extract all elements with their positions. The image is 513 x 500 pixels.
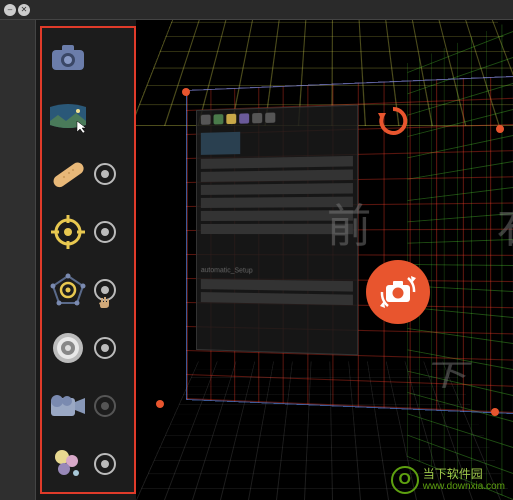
watermark: O 当下软件园 www.downxia.com [391, 466, 505, 494]
visibility-toggle-icon[interactable] [94, 221, 116, 243]
cursor-icon [76, 120, 90, 134]
capture-rotate-button[interactable] [366, 260, 430, 324]
title-bar: – ✕ [0, 0, 513, 20]
scene-camera-tool[interactable] [48, 386, 128, 426]
atmosphere-icon [48, 444, 88, 484]
visibility-toggle-icon[interactable] [94, 453, 116, 475]
visibility-toggle-icon[interactable] [94, 337, 116, 359]
collapse-icon[interactable]: – [4, 4, 16, 16]
rotate-arrow-icon[interactable] [376, 105, 410, 144]
camera-icon [48, 38, 88, 78]
3d-viewport[interactable]: automatic_Setup 前 右 下 O 当下软件园 www.downxi [136, 20, 513, 500]
camera-tool[interactable] [48, 38, 128, 78]
speaker-lens-icon [48, 328, 88, 368]
gizmo-handle[interactable] [496, 125, 504, 133]
face-label-right: 右 [497, 190, 513, 256]
panorama-tool[interactable] [48, 96, 128, 136]
face-label-front: 前 [327, 190, 372, 256]
atmosphere-tool[interactable] [48, 444, 128, 484]
watermark-name: 当下软件园 [423, 468, 505, 481]
watermark-url: www.downxia.com [423, 481, 505, 492]
close-icon[interactable]: ✕ [18, 4, 30, 16]
camera-rotate-icon [378, 272, 418, 312]
target-tool[interactable] [48, 212, 128, 252]
visibility-toggle-icon[interactable] [94, 163, 116, 185]
lens-tool[interactable] [48, 328, 128, 368]
crosshair-icon [48, 212, 88, 252]
tool-palette [40, 26, 136, 494]
patch-tool[interactable] [48, 154, 128, 194]
video-camera-icon [48, 386, 88, 426]
anchor-tool[interactable] [48, 270, 128, 310]
bandage-icon [48, 154, 88, 194]
visibility-toggle-icon[interactable] [94, 395, 116, 417]
gizmo-handle[interactable] [491, 408, 499, 416]
watermark-logo-icon: O [391, 466, 419, 494]
hand-icon [98, 296, 110, 308]
left-dock [0, 20, 36, 500]
gizmo-handle[interactable] [182, 88, 190, 96]
gizmo-handle[interactable] [156, 400, 164, 408]
anchor-pentagon-icon [48, 270, 88, 310]
